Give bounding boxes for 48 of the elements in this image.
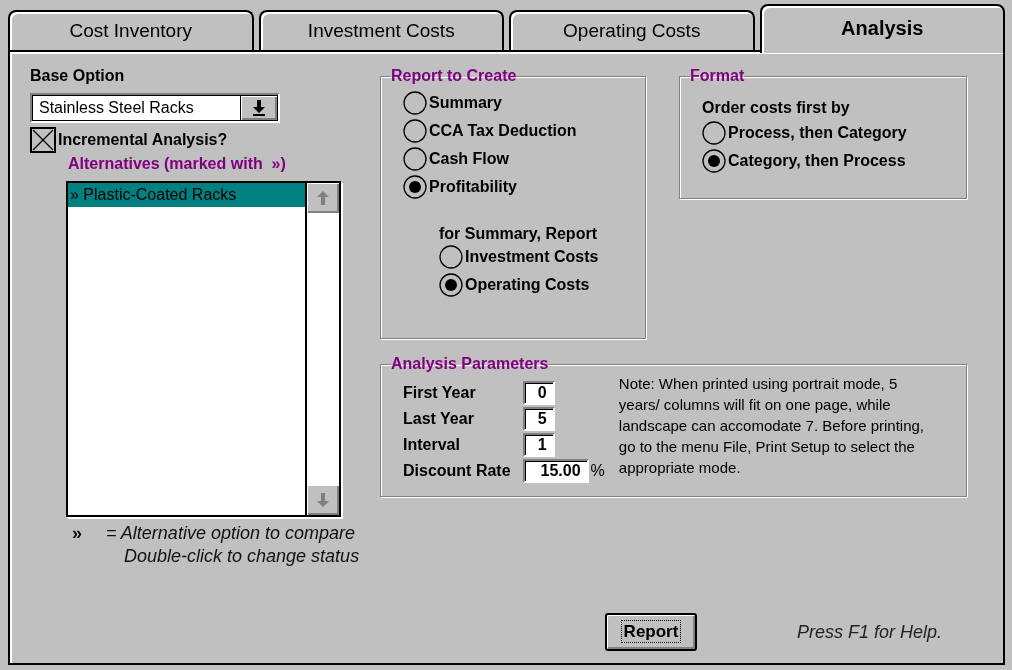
radio-button[interactable] [702,149,726,173]
field-label: Last Year [403,410,475,428]
marker-symbol: » [72,523,83,544]
checkbox[interactable] [30,127,56,153]
radio-button[interactable] [403,91,427,115]
option-label: Order costs first by [702,99,851,117]
tab[interactable]: Investment Costs [258,10,504,50]
tab[interactable]: Cost Inventory [8,10,254,50]
radio-label[interactable]: Summary [429,94,502,112]
radio-label[interactable]: Profitability [429,178,517,196]
number-field[interactable]: 5 [522,407,555,431]
radio-label[interactable]: CCA Tax Deduction [429,122,577,140]
field-label: Base Option [30,67,126,85]
tab[interactable]: Analysis [759,4,1005,53]
group-title: Report to Create [391,67,517,85]
unit-label: % [590,462,605,480]
field-label: First Year [403,384,477,402]
checkbox-label[interactable]: Incremental Analysis? [58,131,228,149]
legend-text: Double-click to change status [123,546,361,567]
group-title: Format [690,67,745,85]
number-field[interactable]: 15.00 [522,459,589,483]
radio-button[interactable] [403,119,427,143]
radio-label[interactable]: Cash Flow [429,150,509,168]
field-label: Interval [403,436,461,454]
report-button[interactable]: Report [605,613,697,651]
number-field[interactable]: 1 [522,433,555,457]
radio-label[interactable]: Investment Costs [465,248,599,266]
list-label: Alternatives (marked with ») [68,155,287,173]
note-text: Note: When printed using portrait mode, 5 years/ columns will fit on one page, while landscape can accomodate 7. Before printing, go to the menu File, Print Setup to select the appropriate mode. [618,374,925,478]
radio-button[interactable] [439,245,463,269]
radio-button[interactable] [403,147,427,171]
radio-label[interactable]: Process, then Category [728,124,907,142]
radio-label[interactable]: Category, then Process [728,152,906,170]
field-label: Discount Rate [403,462,511,480]
number-field[interactable]: 0 [522,381,555,405]
radio-button[interactable] [439,273,463,297]
tab[interactable]: Operating Costs [509,10,755,50]
group-title: Analysis Parameters [391,355,549,373]
list-item[interactable]: » Plastic-Coated Racks [68,183,305,207]
option-label: for Summary, Report [439,225,597,242]
legend-text: = Alternative option to compare [106,523,356,544]
down-arrow-icon[interactable] [252,99,266,117]
dropdown[interactable]: Stainless Steel Racks [30,93,280,123]
radio-button[interactable] [702,121,726,145]
radio-label[interactable]: Operating Costs [465,276,590,294]
help-text: Press F1 for Help. [797,621,943,643]
list-box[interactable]: » Plastic-Coated Racks [66,181,341,517]
radio-button[interactable] [403,175,427,199]
